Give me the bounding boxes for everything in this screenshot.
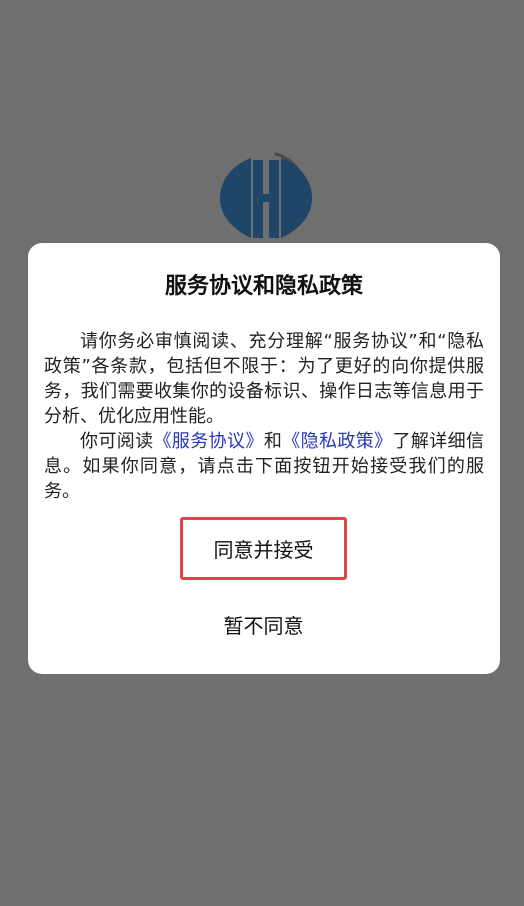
agree-button-label: 同意并接受 (213, 538, 314, 562)
privacy-policy-link[interactable]: 《隐私政策》 (282, 431, 392, 452)
dialog-body: 请你务必审慎阅读、充分理解“服务协议”和“隐私政策”各条款，包括但不限于：为了更… (44, 329, 484, 504)
dialog-paragraph-1: 请你务必审慎阅读、充分理解“服务协议”和“隐私政策”各条款，包括但不限于：为了更… (44, 331, 484, 427)
dialog-title: 服务协议和隐私政策 (164, 274, 363, 299)
disagree-button[interactable]: 暂不同意 (188, 605, 339, 643)
privacy-dialog: 服务协议和隐私政策 请你务必审慎阅读、充分理解“服务协议”和“隐私政策”各条款，… (28, 243, 500, 674)
dialog-paragraph-2: 你可阅读《服务协议》和《隐私政策》了解详细信息。如果你同意，请点击下面按钮开始接… (44, 429, 484, 504)
disagree-button-label: 暂不同意 (223, 613, 304, 638)
app-logo-icon (220, 152, 312, 238)
agree-accept-button[interactable]: 同意并接受 (180, 517, 347, 580)
paragraph-2-and: 和 (263, 431, 283, 452)
service-agreement-link[interactable]: 《服务协议》 (154, 431, 264, 452)
paragraph-2-prefix: 你可阅读 (80, 431, 154, 452)
